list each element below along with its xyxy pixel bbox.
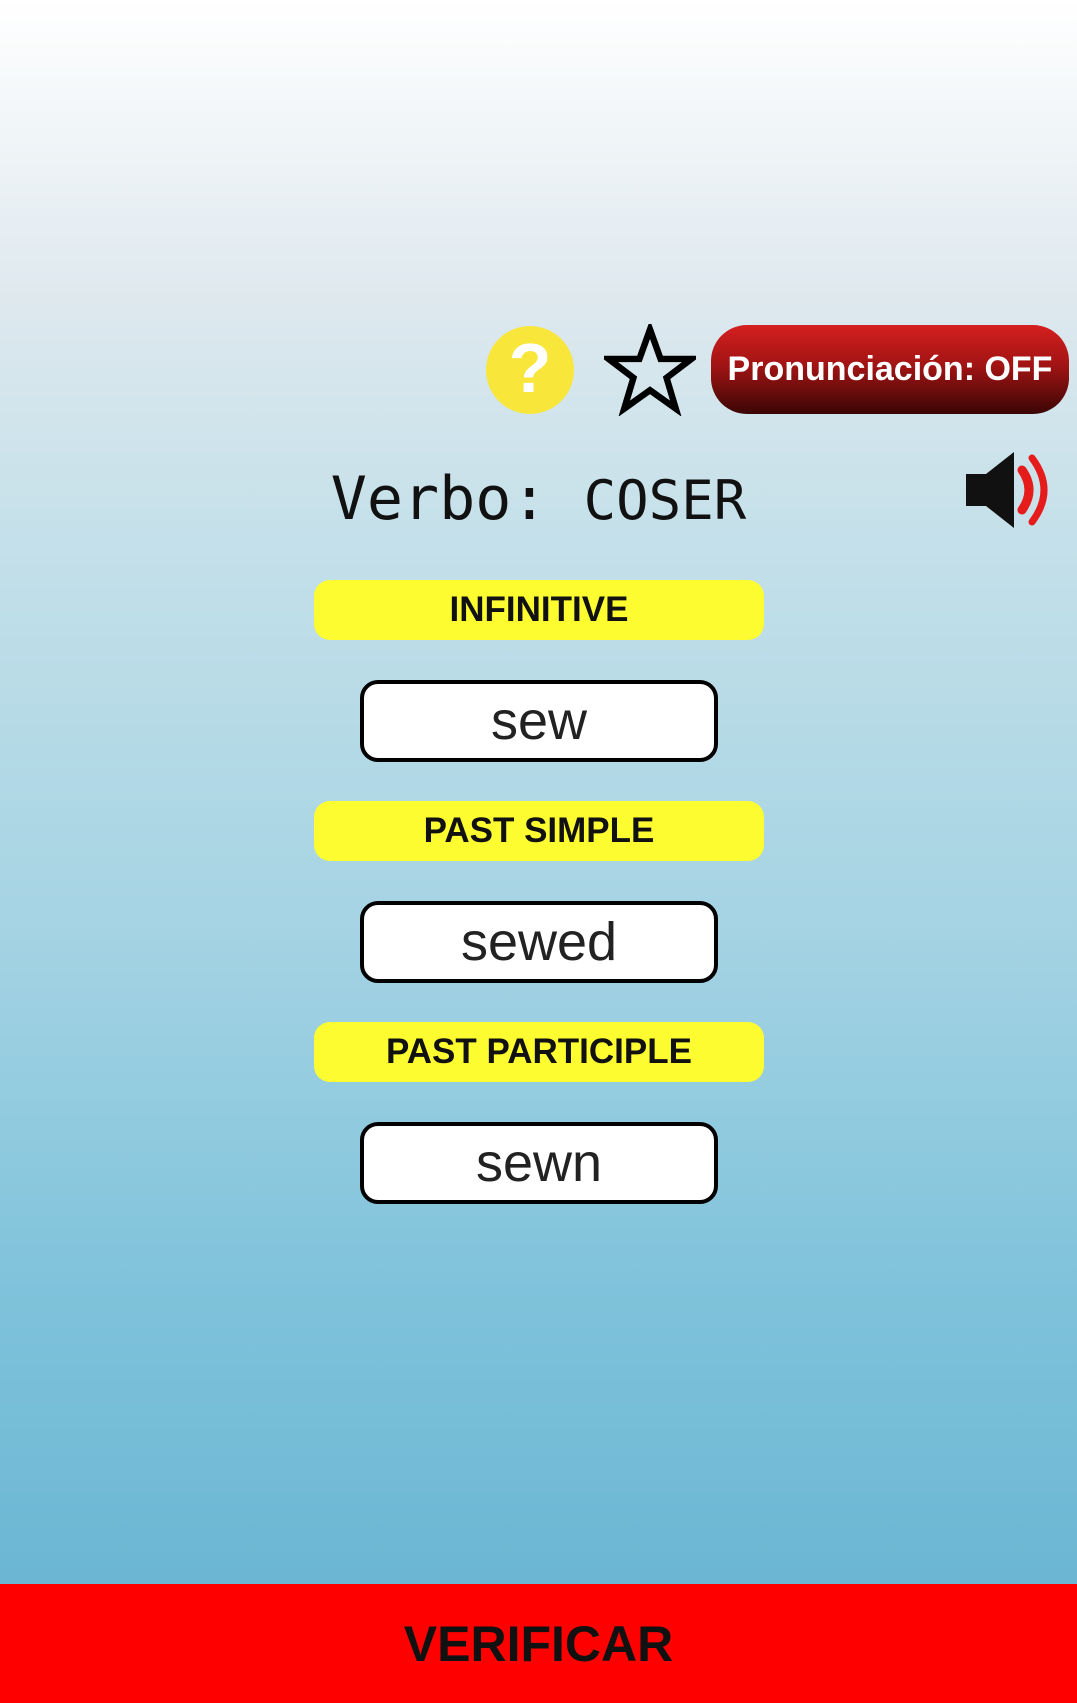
past-simple-label: PAST SIMPLE bbox=[314, 801, 764, 861]
verb-title: Verbo: COSER bbox=[0, 466, 1077, 532]
verify-button[interactable]: VERIFICAR bbox=[0, 1584, 1077, 1703]
verify-button-label: VERIFICAR bbox=[403, 1615, 674, 1672]
verb-prefix: Verbo: bbox=[330, 464, 548, 534]
infinitive-answer-field[interactable]: sew bbox=[360, 680, 718, 762]
pronunciation-toggle-button[interactable]: Pronunciación: OFF bbox=[711, 325, 1069, 414]
favorite-button[interactable] bbox=[599, 319, 701, 417]
star-icon bbox=[599, 319, 701, 417]
past-participle-answer-field[interactable]: sewn bbox=[360, 1122, 718, 1204]
help-button[interactable]: ? bbox=[486, 326, 574, 414]
pronunciation-toggle-label: Pronunciación: OFF bbox=[727, 350, 1053, 388]
past-participle-label: PAST PARTICIPLE bbox=[314, 1022, 764, 1082]
question-mark-icon: ? bbox=[508, 329, 552, 407]
infinitive-label: INFINITIVE bbox=[314, 580, 764, 640]
past-simple-answer-field[interactable]: sewed bbox=[360, 901, 718, 983]
verb-value: COSER bbox=[583, 469, 747, 532]
